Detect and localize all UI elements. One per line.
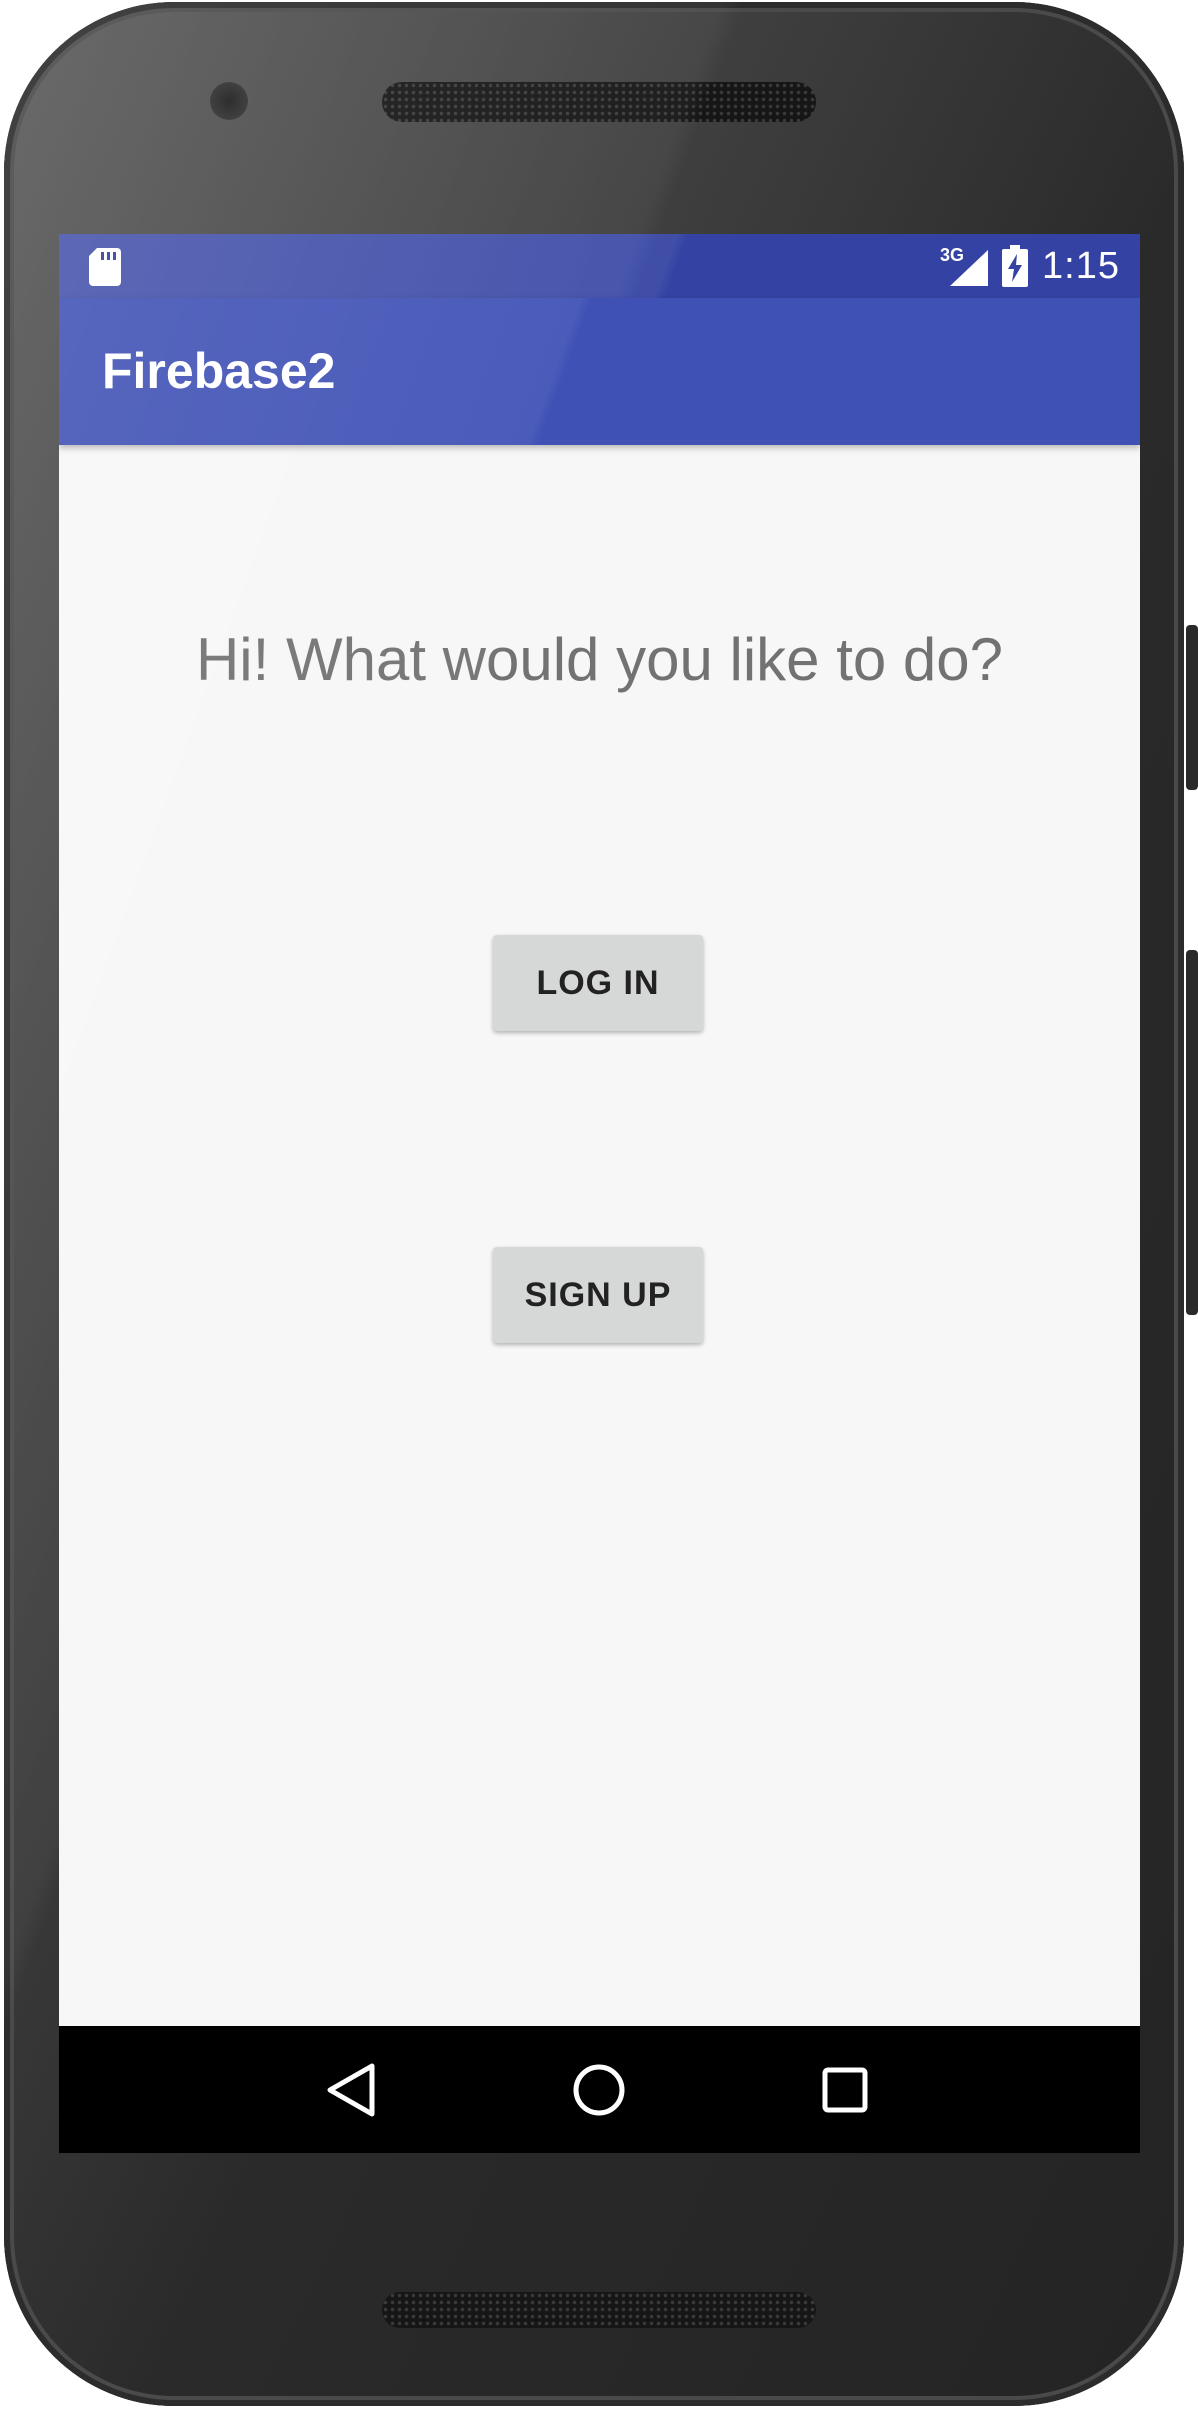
app-bar: Firebase2	[59, 298, 1140, 445]
battery-charging-icon	[1002, 245, 1029, 287]
nav-back-button[interactable]	[311, 2050, 391, 2130]
recents-square-icon	[822, 2067, 868, 2113]
front-camera	[210, 82, 248, 120]
power-button	[1186, 950, 1198, 1315]
network-indicator: 3G	[940, 246, 989, 286]
phone-body: 3G 1:15 Firebase2 Hi! What would you lik…	[4, 2, 1184, 2406]
app-title: Firebase2	[102, 343, 336, 399]
navigation-bar	[59, 2026, 1140, 2153]
sd-card-icon	[89, 248, 121, 286]
nav-home-button[interactable]	[559, 2050, 639, 2130]
status-bar: 3G 1:15	[59, 234, 1140, 298]
back-triangle-icon	[327, 2063, 375, 2117]
home-circle-icon	[573, 2064, 625, 2116]
status-indicators: 3G 1:15	[940, 234, 1120, 298]
volume-button	[1186, 625, 1198, 790]
bottom-speaker-grille	[382, 2292, 816, 2328]
signup-button[interactable]: SIGN UP	[493, 1247, 703, 1343]
greeting-text: Hi! What would you like to do?	[195, 626, 1004, 693]
nav-recents-button[interactable]	[805, 2050, 885, 2130]
status-clock: 1:15	[1042, 244, 1120, 287]
login-button[interactable]: LOG IN	[493, 935, 703, 1031]
top-speaker-grille	[382, 82, 816, 122]
main-content: Hi! What would you like to do? LOG IN SI…	[59, 445, 1140, 2026]
device-screen: 3G 1:15 Firebase2 Hi! What would you lik…	[59, 234, 1140, 2153]
cell-signal-icon	[950, 250, 989, 286]
device-frame-container: 3G 1:15 Firebase2 Hi! What would you lik…	[0, 0, 1198, 2409]
